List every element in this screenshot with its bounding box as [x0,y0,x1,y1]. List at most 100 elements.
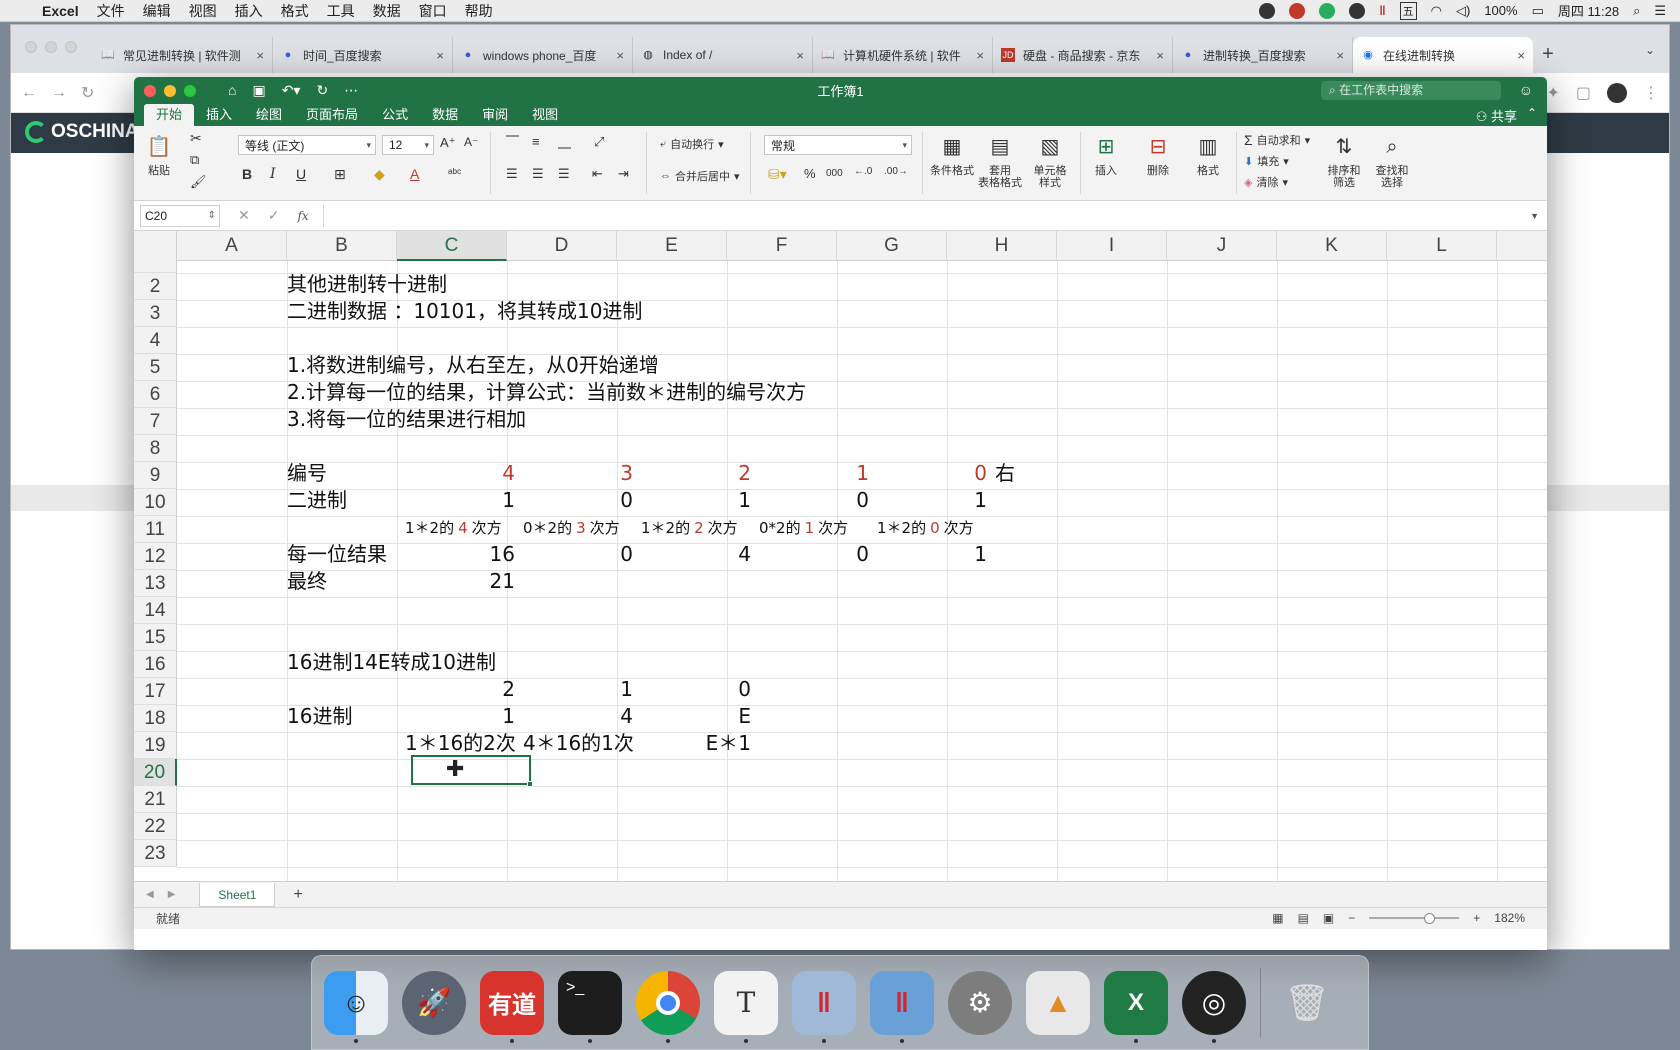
find-select-button[interactable]: ⌕ 查找和 选择 [1368,132,1416,189]
insert-cells-button[interactable]: ⊞ 插入 [1084,132,1128,177]
column-header-j[interactable]: J [1167,231,1277,261]
menu-window[interactable]: 窗口 [419,1,447,21]
tab-insert[interactable]: 插入 [194,104,244,126]
tab-formulas[interactable]: 公式 [370,104,420,126]
autosum-button[interactable]: Σ 自动求和 ▾ [1244,132,1310,148]
fill-button[interactable]: ⬇ 填充 ▾ [1244,153,1289,169]
clock[interactable]: 周四 11:28 [1558,1,1619,20]
wrap-text-button[interactable]: ⤶ 自动换行 ▾ [660,136,724,152]
menu-tools[interactable]: 工具 [327,1,355,21]
close-tab-icon[interactable]: × [1517,48,1525,63]
tab-view[interactable]: 视图 [520,104,570,126]
fill-handle[interactable] [527,781,533,787]
decrease-font-icon[interactable]: A⁻ [464,135,478,149]
cell-c11[interactable]: 1＊2的 4 次方 [401,514,506,543]
cell-d10[interactable]: 0 [519,486,637,515]
launchpad-icon[interactable]: 🚀 [402,970,466,1035]
row-header-14[interactable]: 14 [134,597,177,624]
typora-icon[interactable]: T [714,970,778,1043]
spotlight-icon[interactable]: ⌕ [1633,3,1640,19]
back-icon[interactable]: ← [21,84,37,102]
home-icon[interactable]: ⌂ [228,82,236,99]
status-wechat-icon[interactable] [1319,2,1336,19]
align-middle-icon[interactable]: ≡ [532,134,540,149]
tab-home[interactable]: 开始 [144,104,195,126]
row-header-2[interactable]: 2 [134,273,177,300]
parallels-desktop-icon[interactable]: ‖ [870,970,934,1043]
cell-b7[interactable]: 3.将每一位的结果进行相加 [283,405,530,434]
cell-c13[interactable]: 21 [401,567,519,596]
font-name-select[interactable]: 等线 (正文) [238,135,376,155]
browser-tab-active[interactable]: ◉ 在线进制转换 × [1353,37,1533,73]
close-tab-icon[interactable]: × [1336,48,1344,63]
cell-e18[interactable]: E [637,702,755,731]
increase-indent-icon[interactable]: ⇥ [618,166,629,182]
row-header-6[interactable]: 6 [134,381,177,408]
tab-page-layout[interactable]: 页面布局 [294,104,370,126]
name-box[interactable]: C20 [140,204,220,227]
menu-edit[interactable]: 编辑 [143,1,171,21]
decrease-decimal-icon[interactable]: .00→ [884,166,908,177]
cell-g11[interactable]: 1＊2的 0 次方 [873,514,978,543]
zoom-icon[interactable] [184,84,196,97]
column-header-c[interactable]: C [397,231,507,261]
font-size-select[interactable]: 12 [382,135,434,155]
cell-g10[interactable]: 1 [873,486,991,515]
cell-e19[interactable]: E＊1 [637,729,755,758]
status-parallels-icon[interactable]: ‖ [1379,3,1385,18]
row-header-17[interactable]: 17 [134,678,177,705]
customize-qat-icon[interactable]: ⋯ [344,82,358,99]
row-header-16[interactable]: 16 [134,651,177,678]
increase-decimal-icon[interactable]: ←.0 [854,166,872,177]
cell-b12[interactable]: 每一位结果 [283,540,391,569]
menu-data[interactable]: 数据 [373,1,401,21]
row-header-11[interactable]: 11 [134,516,177,543]
active-cell-c20[interactable] [411,755,531,785]
cell-e11[interactable]: 1＊2的 2 次方 [637,514,742,543]
extension-icon[interactable]: ✦ [1546,83,1559,103]
row-header-13[interactable]: 13 [134,570,177,597]
row-header-15[interactable]: 15 [134,624,177,651]
battery-label[interactable]: 100% [1484,3,1517,18]
add-sheet-button[interactable]: + [293,886,302,904]
cell-b18[interactable]: 16进制 [283,702,356,731]
browser-menu-icon[interactable]: ⋮ [1643,83,1659,103]
menu-file[interactable]: 文件 [97,1,125,21]
column-header-i[interactable]: I [1057,231,1167,261]
close-tab-icon[interactable]: × [256,48,264,63]
forward-icon[interactable]: → [51,84,67,102]
cell-e9[interactable]: 2 [637,459,755,488]
chrome-icon[interactable] [636,970,700,1043]
cell-d9[interactable]: 3 [519,459,637,488]
site-logo[interactable]: OSCHINA [25,121,139,143]
share-button[interactable]: ⚇ 共享 [1476,106,1517,125]
youdao-icon[interactable]: 有道 [480,970,544,1043]
close-tab-icon[interactable]: × [616,48,624,63]
paste-button[interactable]: 📋 粘贴 [144,132,174,177]
trash-icon[interactable]: 🗑 [1275,971,1339,1035]
control-center-icon[interactable]: ☰ [1654,3,1666,19]
worksheet-grid[interactable]: ABCDEFGHIJKL 其他进制转十进制 二进制数据 ：10101，将其转成1… [134,231,1547,881]
clear-button[interactable]: ◈ 清除 ▾ [1244,174,1288,190]
cell-d18[interactable]: 4 [519,702,637,731]
feedback-icon[interactable]: ☺ [1519,82,1533,98]
volume-icon[interactable]: ◁) [1456,3,1470,19]
reload-icon[interactable]: ↻ [81,83,94,103]
close-tab-icon[interactable]: × [1156,48,1164,63]
column-header-h[interactable]: H [947,231,1057,261]
column-header-a[interactable]: A [177,231,287,261]
browser-tab[interactable]: 📖 常见进制转换 | 软件测 × [93,37,273,73]
close-tab-icon[interactable]: × [436,48,444,63]
browser-tab[interactable]: ◍ Index of / × [633,37,813,73]
cell-d19[interactable]: 4＊16的1次 [519,729,638,758]
row-header-9[interactable]: 9 [134,462,177,489]
close-icon[interactable] [144,84,156,97]
cell-g9[interactable]: 0 [873,459,991,488]
normal-view-icon[interactable]: ▦ [1272,911,1283,925]
cell-c18[interactable]: 1 [401,702,519,731]
cut-icon[interactable]: ✂ [190,130,202,147]
menu-format[interactable]: 格式 [281,1,309,21]
save-icon[interactable]: ▣ [252,82,265,99]
confirm-icon[interactable]: ✓ [268,207,280,224]
sheet-search-input[interactable]: ⌕ 在工作表中搜索 [1321,81,1501,100]
